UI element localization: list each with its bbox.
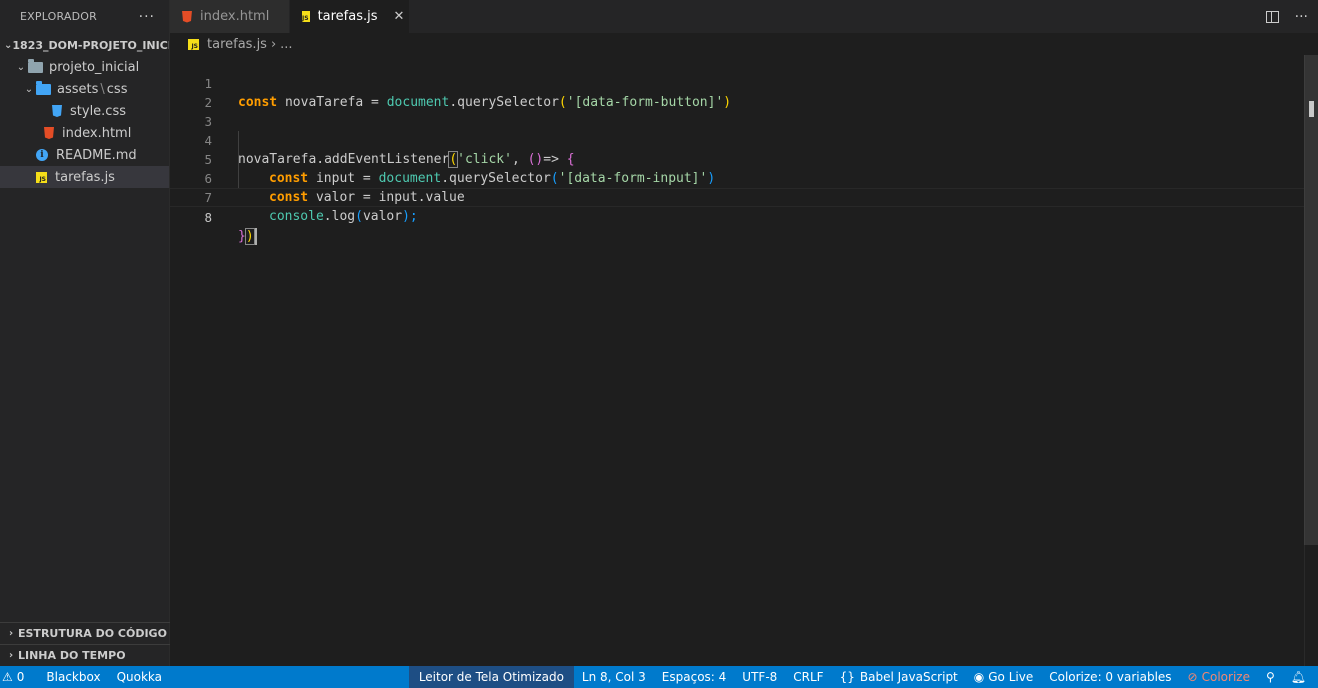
- status-eol[interactable]: CRLF: [785, 666, 831, 688]
- code-line: 5 const input = document.querySelector('…: [170, 131, 1304, 186]
- status-blackbox[interactable]: Blackbox: [32, 666, 108, 688]
- code-editor[interactable]: 1 const novaTarefa = document.querySelec…: [170, 55, 1318, 666]
- timeline-section-label: LINHA DO TEMPO: [18, 649, 126, 662]
- explorer-title: EXPLORADOR: [20, 10, 98, 23]
- tree-item-projeto-inicial[interactable]: ⌄ projeto_inicial: [0, 56, 169, 78]
- scrollbar-thumb[interactable]: [1304, 55, 1318, 545]
- tree-item-label: style.css: [70, 103, 126, 119]
- bracket: (: [355, 209, 363, 224]
- more-actions-icon[interactable]: ···: [1295, 9, 1308, 25]
- tree-item-tarefas-js[interactable]: JS tarefas.js: [0, 166, 169, 188]
- chevron-down-icon: ⌄: [4, 39, 13, 51]
- braces-icon: {}: [839, 670, 855, 684]
- prohibited-icon: ⊘: [1187, 670, 1198, 684]
- broadcast-icon: ◉: [973, 670, 985, 684]
- html-file-icon: [44, 127, 54, 139]
- js-file-icon: JS: [302, 11, 310, 22]
- warning-count: 0: [16, 670, 25, 684]
- status-indentation[interactable]: Espaços: 4: [654, 666, 735, 688]
- split-editor-icon[interactable]: [1265, 10, 1279, 23]
- css-file-icon: [52, 105, 62, 117]
- tree-item-label: tarefas.js: [55, 169, 115, 185]
- status-encoding[interactable]: UTF-8: [734, 666, 785, 688]
- tree-item-label: css: [106, 81, 128, 97]
- info-icon: i: [36, 149, 48, 161]
- tree-item-label: index.html: [62, 125, 132, 141]
- tree-item-label: projeto_inicial: [49, 59, 140, 75]
- status-screen-reader[interactable]: Leitor de Tela Otimizado: [408, 666, 574, 688]
- chevron-right-icon: ›: [8, 650, 14, 661]
- tab-tarefas-js[interactable]: JS tarefas.js ✕: [290, 0, 410, 33]
- object: console: [269, 209, 324, 224]
- editor-actions: ···: [1265, 0, 1308, 33]
- outline-section[interactable]: › ESTRUTURA DO CÓDIGO: [0, 622, 170, 644]
- outline-section-label: ESTRUTURA DO CÓDIGO: [18, 627, 167, 640]
- status-problems[interactable]: ⚠ 0: [0, 666, 32, 688]
- tree-item-assets-css[interactable]: ⌄ assets \ css: [0, 78, 169, 100]
- js-file-icon: JS: [188, 38, 199, 50]
- status-go-live[interactable]: ◉ Go Live: [966, 666, 1041, 688]
- feedback-icon[interactable]: ⚲: [1258, 666, 1283, 688]
- line-number: 8: [204, 210, 212, 225]
- tree-item-readme[interactable]: i README.md: [0, 144, 169, 166]
- status-quokka[interactable]: Quokka: [109, 666, 170, 688]
- code-line-current: 8 }): [170, 188, 1304, 245]
- breadcrumb-file[interactable]: tarefas.js: [207, 37, 267, 52]
- status-bar: ⚠ 0 Blackbox Quokka Leitor de Tela Otimi…: [0, 666, 1318, 688]
- timeline-section[interactable]: › LINHA DO TEMPO: [0, 644, 170, 666]
- go-live-label: Go Live: [988, 670, 1034, 684]
- folder-open-icon: [36, 80, 51, 95]
- chevron-right-icon: ›: [270, 36, 277, 52]
- status-colorize-variables[interactable]: Colorize: 0 variables: [1041, 666, 1179, 688]
- editor-tab-bar: index.html JS tarefas.js ✕ ···: [170, 0, 1318, 33]
- identifier: valor: [362, 209, 403, 224]
- breadcrumb-symbol[interactable]: ...: [280, 37, 292, 52]
- explorer-sidebar: EXPLORADOR ··· ⌄ 1823_DOM-PROJETO_INICI.…: [0, 0, 170, 666]
- status-language[interactable]: {} Babel JavaScript: [832, 666, 966, 688]
- text-cursor: [254, 228, 257, 245]
- chevron-right-icon: ›: [8, 628, 14, 639]
- tab-label: index.html: [200, 9, 270, 24]
- code-line: 2: [170, 74, 1304, 110]
- folder-icon: [28, 58, 43, 73]
- scrollbar-cursor-marker: [1309, 101, 1314, 117]
- tree-item-index-html[interactable]: index.html: [0, 122, 169, 144]
- code-line: 4 novaTarefa.addEventListener('click', (…: [170, 112, 1304, 168]
- method: .log: [323, 209, 356, 224]
- breadcrumb: JS tarefas.js › ...: [170, 33, 1318, 55]
- status-colorize[interactable]: ⊘ Colorize: [1180, 666, 1258, 688]
- tree-item-label: assets: [57, 81, 99, 97]
- code-line: 6 const valor = input.value: [170, 150, 1304, 205]
- tab-label: tarefas.js: [317, 9, 378, 24]
- more-actions-icon[interactable]: ···: [139, 9, 155, 25]
- chevron-down-icon: ⌄: [24, 83, 34, 95]
- explorer-header: EXPLORADOR ···: [0, 0, 169, 33]
- tree-item-label: README.md: [56, 147, 137, 163]
- tab-index-html[interactable]: index.html: [170, 0, 290, 33]
- code-line: 3: [170, 93, 1304, 129]
- chevron-down-icon: ⌄: [16, 61, 26, 73]
- status-cursor-position[interactable]: Ln 8, Col 3: [574, 666, 654, 688]
- language-label: Babel JavaScript: [859, 670, 958, 684]
- colorize-label: Colorize: [1201, 670, 1250, 684]
- close-icon[interactable]: ✕: [394, 9, 405, 24]
- bracket: }: [238, 229, 246, 244]
- code-line: 1 const novaTarefa = document.querySelec…: [170, 55, 1304, 110]
- path-separator: \: [100, 81, 105, 97]
- html-file-icon: [182, 10, 192, 23]
- editor-scrollbar[interactable]: [1304, 55, 1318, 666]
- bracket: ): [244, 228, 255, 245]
- warning-icon: ⚠: [2, 670, 13, 684]
- code-line: 7 console.log(valor);: [170, 169, 1304, 224]
- workspace-root-folder[interactable]: ⌄ 1823_DOM-PROJETO_INICI...: [0, 34, 169, 56]
- notifications-bell-icon[interactable]: 🔔︎: [1283, 666, 1318, 688]
- workspace-root-label: 1823_DOM-PROJETO_INICI...: [12, 38, 169, 52]
- tree-item-style-css[interactable]: style.css: [0, 100, 169, 122]
- bracket: );: [402, 209, 418, 224]
- js-file-icon: JS: [36, 171, 47, 183]
